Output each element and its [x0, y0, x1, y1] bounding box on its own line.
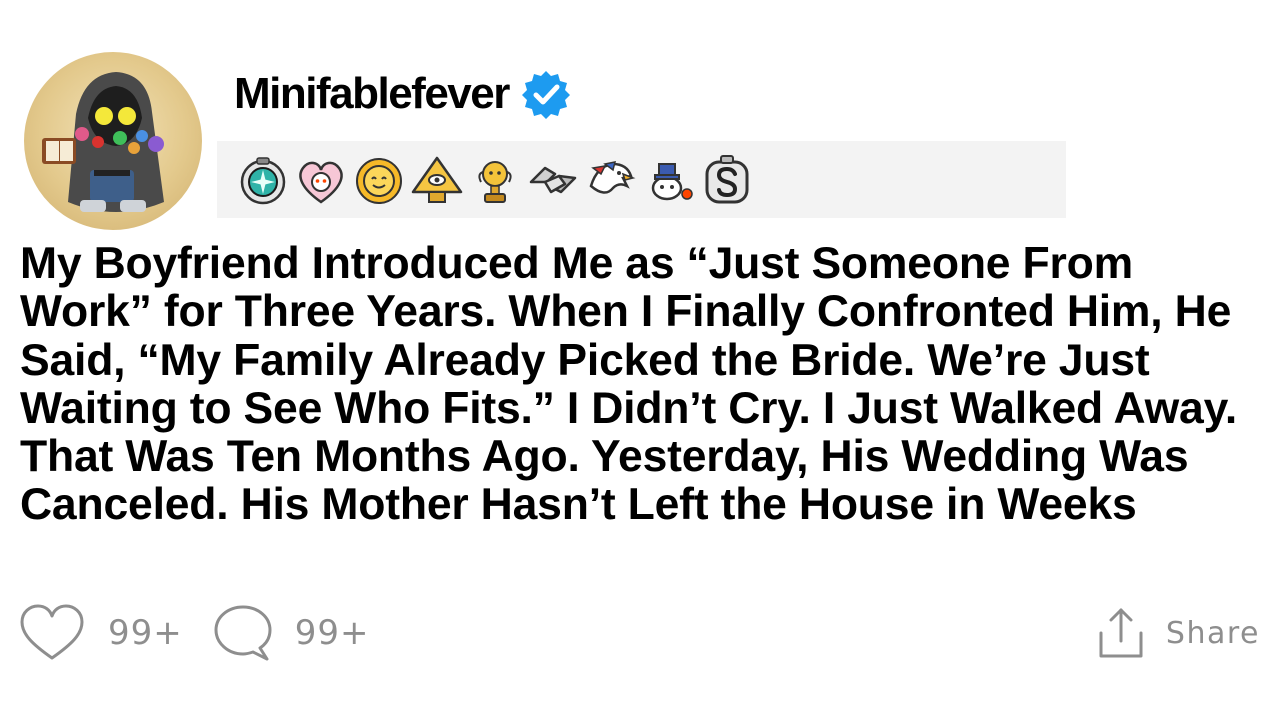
pyramid-eye-badge-icon[interactable]: [409, 152, 465, 208]
heart-snoo-badge-icon[interactable]: [293, 152, 349, 208]
awards-strip: [217, 141, 1066, 218]
comment-button[interactable]: 99+: [213, 604, 370, 662]
like-button[interactable]: 99+: [20, 604, 183, 662]
heart-icon: [20, 604, 84, 660]
action-bar: 99+ 99+ Share: [20, 604, 1260, 662]
eagle-badge-icon[interactable]: [583, 152, 639, 208]
username[interactable]: Minifablefever: [234, 72, 510, 116]
gold-trophy-badge-icon[interactable]: [467, 152, 523, 208]
comment-bubble-icon: [214, 605, 272, 661]
post-title: My Boyfriend Introduced Me as “Just Some…: [20, 239, 1238, 530]
like-count: 99+: [108, 613, 183, 653]
compass-badge-icon[interactable]: [235, 152, 291, 208]
author-row: Minifablefever: [234, 66, 571, 122]
sun-badge-icon[interactable]: [351, 152, 407, 208]
share-label: Share: [1165, 615, 1260, 651]
letter-s-badge-icon[interactable]: [699, 152, 755, 208]
comment-count: 99+: [294, 613, 370, 653]
snoo-hat-badge-icon[interactable]: [641, 152, 697, 208]
verified-badge-icon: [521, 71, 570, 119]
share-upload-icon: [1099, 608, 1143, 658]
handshake-badge-icon[interactable]: [525, 152, 581, 208]
avatar[interactable]: [24, 52, 202, 230]
share-button[interactable]: Share: [1098, 604, 1260, 662]
hooded-figure-avatar-icon: [42, 72, 164, 212]
